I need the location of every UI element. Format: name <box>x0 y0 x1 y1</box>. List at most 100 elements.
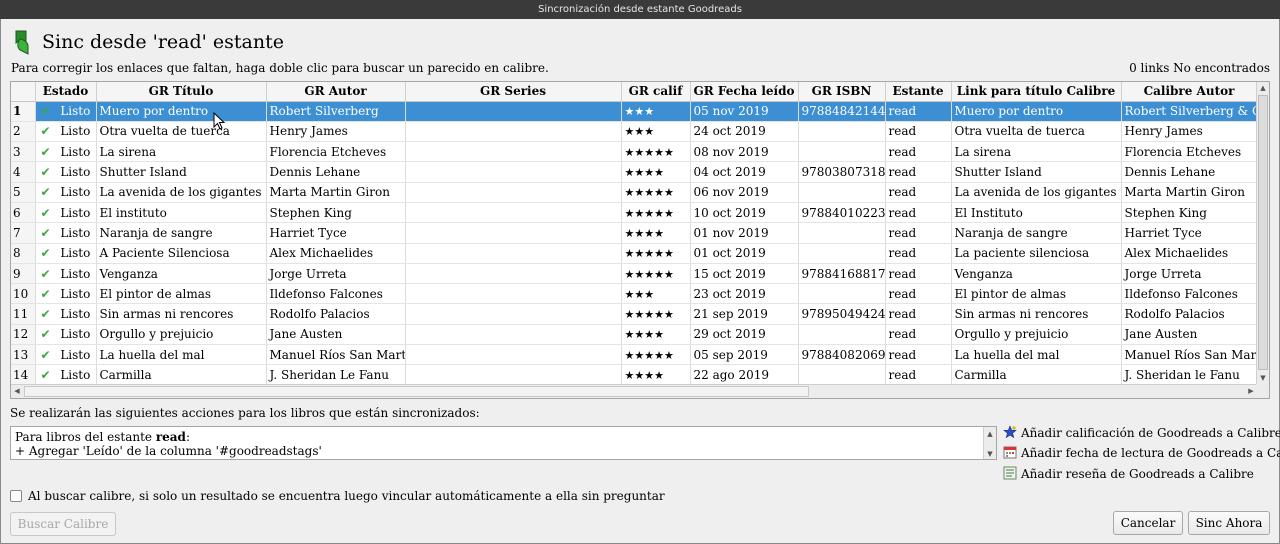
scroll-down-icon[interactable]: ▼ <box>984 447 996 459</box>
table-row[interactable]: 3 ✔ Listo La sirena Florencia Etcheves ★★★★★… <box>11 141 1258 163</box>
title-cell: La sirena <box>96 141 267 163</box>
rating-cell: ★★★★★ <box>621 202 691 224</box>
table-row[interactable]: 9 ✔ Listo Venganza Jorge Urreta ★★★★★ 15 oct … <box>11 263 1258 285</box>
col-header-autor[interactable]: GR Autor <box>266 82 406 102</box>
author-cell: Marta Martin Giron <box>266 182 406 203</box>
calibre-title-link-cell: Shutter Island <box>951 161 1122 183</box>
col-header-calibre-autor[interactable]: Calibre Autor <box>1121 82 1258 102</box>
series-cell <box>405 364 622 386</box>
date-read-cell: 05 sep 2019 <box>690 344 799 366</box>
isbn-cell <box>798 222 886 244</box>
status-label: Listo <box>60 368 91 382</box>
rating-stars: ★★★★ <box>624 328 664 342</box>
scroll-left-icon[interactable]: ◀ <box>11 385 23 398</box>
table-row[interactable]: 14 ✔ Listo Carmilla J. Sheridan Le Fanu ★★★★… <box>11 364 1258 386</box>
shelf-cell: read <box>885 222 952 244</box>
status-label: Listo <box>60 185 91 200</box>
calibre-author-cell: Marta Martin Giron <box>1121 182 1258 203</box>
status-label: Listo <box>60 327 91 342</box>
row-number[interactable]: 12 <box>11 324 36 346</box>
status-cell: ✔ Listo <box>35 202 97 224</box>
scroll-up-icon[interactable]: ▲ <box>984 427 996 441</box>
scroll-down-icon[interactable]: ▼ <box>1257 372 1269 384</box>
row-number[interactable]: 5 <box>11 182 36 203</box>
rating-stars: ★★★★★ <box>624 145 674 159</box>
row-number[interactable]: 6 <box>11 202 36 224</box>
row-number[interactable]: 7 <box>11 222 36 244</box>
table-row[interactable]: 5 ✔ Listo La avenida de los gigantes Marta … <box>11 182 1258 203</box>
auto-link-checkbox[interactable] <box>10 490 22 502</box>
rating-cell: ★★★ <box>621 121 691 143</box>
table-row[interactable]: 7 ✔ Listo Naranja de sangre Harriet Tyce ★★★… <box>11 222 1258 244</box>
table-row[interactable]: 4 ✔ Listo Shutter Island Dennis Lehane ★★★★ 0… <box>11 161 1258 183</box>
isbn-cell: 9788416881796 <box>798 263 886 285</box>
rating-stars: ★★★★★ <box>624 186 674 200</box>
calibre-title-link-cell: La paciente silenciosa <box>951 243 1122 264</box>
row-number[interactable]: 4 <box>11 161 36 183</box>
row-number[interactable]: 1 <box>11 101 36 122</box>
shelf-cell: read <box>885 263 952 285</box>
table-row[interactable]: 2 ✔ Listo Otra vuelta de tuerca Henry James… <box>11 121 1258 143</box>
isbn-cell <box>798 283 886 305</box>
calibre-author-cell: Ildefonso Falcones <box>1121 283 1258 305</box>
sync-now-button[interactable]: Sinc Ahora <box>1188 511 1270 535</box>
horizontal-scroll-thumb[interactable] <box>24 386 809 397</box>
calibre-title-link-cell: Naranja de sangre <box>951 222 1122 244</box>
auto-link-option[interactable]: Al buscar calibre, si solo un resultado … <box>10 489 665 503</box>
author-cell: Stephen King <box>266 202 406 224</box>
actions-textbox[interactable]: Para libros del estante read: + Agregar … <box>10 426 997 460</box>
col-header-calif[interactable]: GR calif <box>621 82 691 102</box>
status-cell: ✔ Listo <box>35 344 97 366</box>
checkmark-icon: ✔ <box>40 144 51 159</box>
window-title: Sincronización desde estante Goodreads <box>0 0 1280 19</box>
rating-stars: ★★★★★ <box>624 206 674 220</box>
add-rating-button[interactable]: Añadir calificación de Goodreads a Calib… <box>1003 425 1280 443</box>
row-number[interactable]: 9 <box>11 263 36 285</box>
search-calibre-button[interactable]: Buscar Calibre <box>10 512 116 536</box>
scroll-up-icon[interactable]: ▲ <box>1257 82 1269 94</box>
row-number[interactable]: 8 <box>11 243 36 264</box>
col-header-series[interactable]: GR Series <box>405 82 622 102</box>
checkmark-icon: ✔ <box>40 165 51 180</box>
col-header-isbn[interactable]: GR ISBN <box>798 82 886 102</box>
shelf-cell: read <box>885 101 952 122</box>
row-number[interactable]: 14 <box>11 364 36 386</box>
row-number[interactable]: 13 <box>11 344 36 366</box>
table-row[interactable]: 12 ✔ Listo Orgullo y prejuicio Jane Austen ★… <box>11 324 1258 346</box>
row-number[interactable]: 10 <box>11 283 36 305</box>
title-cell: El pintor de almas <box>96 283 267 305</box>
date-read-cell: 22 ago 2019 <box>690 364 799 386</box>
shelf-cell: read <box>885 324 952 346</box>
add-read-date-button[interactable]: Añadir fecha de lectura de Goodreads a C… <box>1003 445 1280 463</box>
table-vertical-scrollbar[interactable]: ▲ ▼ <box>1256 82 1269 384</box>
add-review-button[interactable]: Añadir reseña de Goodreads a Calibre <box>1003 466 1254 484</box>
books-table[interactable]: Estado GR Título GR Autor GR Series GR c… <box>10 81 1270 399</box>
table-row[interactable]: 1 ✔ Listo Muero por dentro Robert Silverber… <box>11 101 1258 122</box>
author-cell: J. Sheridan Le Fanu <box>266 364 406 386</box>
row-number[interactable]: 2 <box>11 121 36 143</box>
table-row[interactable]: 11 ✔ Listo Sin armas ni rencores Rodolfo Pa… <box>11 303 1258 325</box>
row-number[interactable]: 3 <box>11 141 36 163</box>
col-header-fecha[interactable]: GR Fecha leído <box>690 82 799 102</box>
table-row[interactable]: 8 ✔ Listo A Paciente Silenciosa Alex Michae… <box>11 243 1258 264</box>
status-cell: ✔ Listo <box>35 303 97 325</box>
title-cell: A Paciente Silenciosa <box>96 243 267 264</box>
table-row[interactable]: 10 ✔ Listo El pintor de almas Ildefonso Fal… <box>11 283 1258 305</box>
table-row[interactable]: 6 ✔ Listo El instituto Stephen King ★★★★★ 10 … <box>11 202 1258 224</box>
add-review-label: Añadir reseña de Goodreads a Calibre <box>1021 467 1254 481</box>
cancel-button[interactable]: Cancelar <box>1113 511 1183 535</box>
shelf-cell: read <box>885 364 952 386</box>
row-number[interactable]: 11 <box>11 303 36 325</box>
col-header-titulo[interactable]: GR Título <box>96 82 267 102</box>
vertical-scroll-thumb[interactable] <box>1258 95 1268 370</box>
table-row[interactable]: 13 ✔ Listo La huella del mal Manuel Ríos Sa… <box>11 344 1258 366</box>
rating-cell: ★★★★ <box>621 161 691 183</box>
col-header-link[interactable]: Link para título Calibre <box>951 82 1122 102</box>
col-header-estado[interactable]: Estado <box>35 82 97 102</box>
col-header-estante[interactable]: Estante <box>885 82 952 102</box>
date-read-cell: 15 oct 2019 <box>690 263 799 285</box>
table-horizontal-scrollbar[interactable]: ◀ ▶ <box>11 384 1257 398</box>
actions-scrollbar[interactable]: ▲ ▼ <box>983 427 996 459</box>
mouse-cursor-icon <box>213 112 226 130</box>
status-label: Listo <box>60 165 91 180</box>
